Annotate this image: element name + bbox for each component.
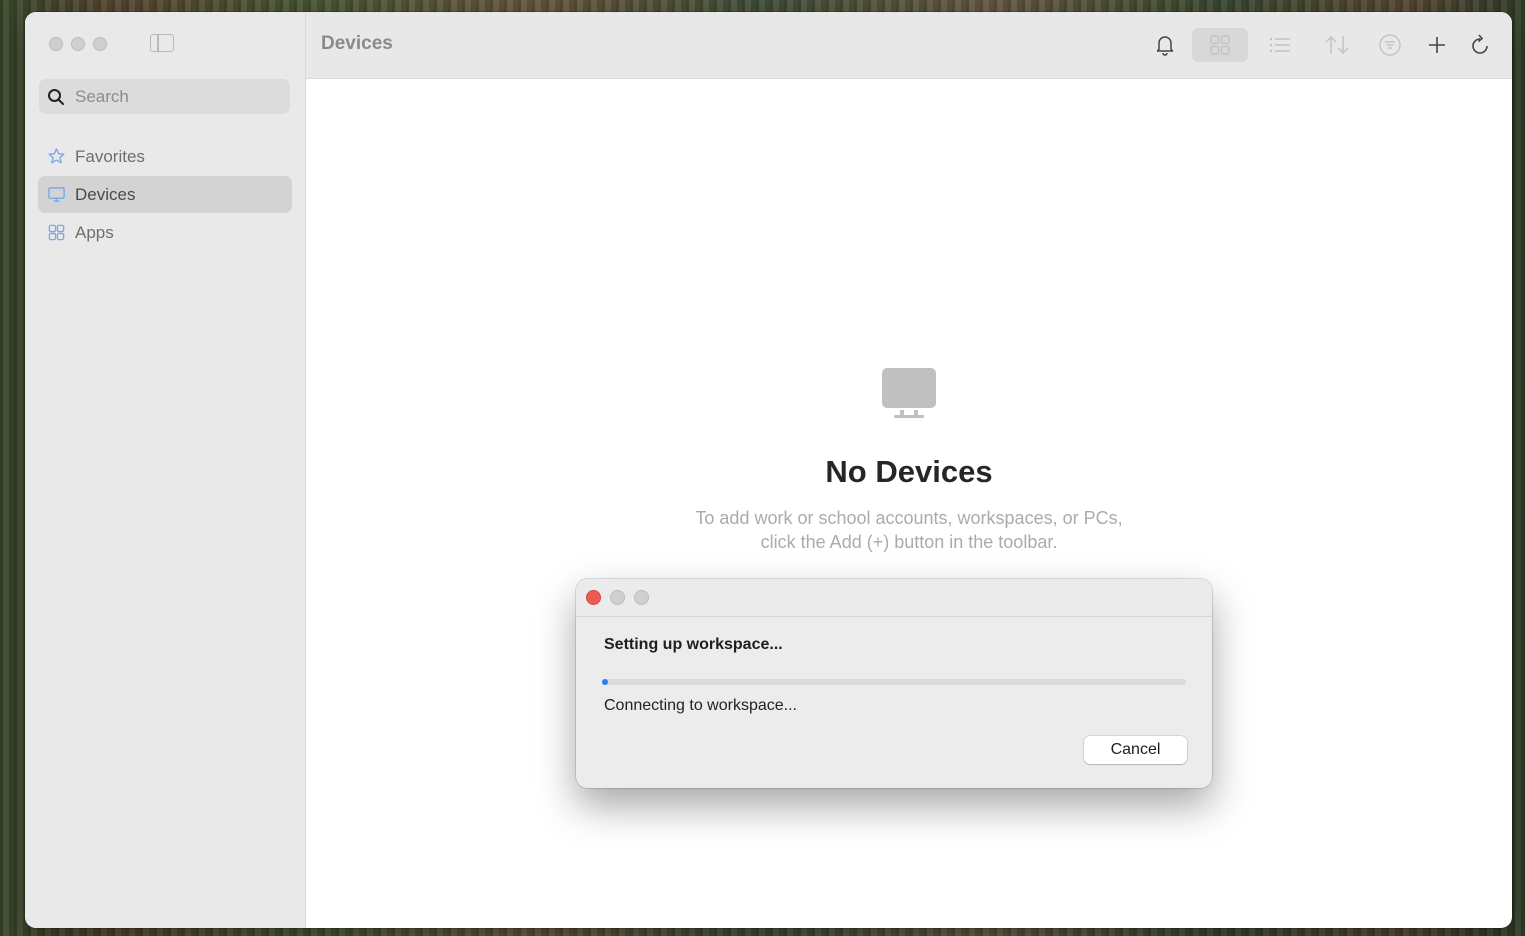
search-input[interactable]	[73, 85, 277, 108]
refresh-icon[interactable]	[1470, 28, 1492, 62]
window-controls	[49, 37, 107, 51]
dialog-minimize-button	[610, 590, 625, 605]
search-icon	[48, 88, 64, 105]
close-window-button[interactable]	[49, 37, 63, 51]
progress-bar	[602, 679, 1186, 685]
cancel-button[interactable]: Cancel	[1084, 736, 1187, 764]
sidebar-item-label: Apps	[75, 222, 114, 242]
monitor-icon	[46, 185, 66, 205]
grid-view-icon[interactable]	[1192, 28, 1248, 62]
sidebar-item-apps[interactable]: Apps	[38, 214, 292, 251]
main-content: Devices No Devices To add work or school…	[306, 12, 1512, 928]
app-window: Favorites Devices Apps Devices	[25, 12, 1512, 928]
empty-state-title: No Devices	[825, 454, 993, 489]
add-icon[interactable]	[1426, 28, 1448, 62]
toolbar: Devices	[306, 12, 1512, 79]
setup-dialog: Setting up workspace... Connecting to wo…	[576, 579, 1212, 788]
list-view-icon[interactable]	[1268, 28, 1292, 62]
dialog-status-text: Connecting to workspace...	[604, 697, 797, 714]
minimize-window-button[interactable]	[71, 37, 85, 51]
sort-icon[interactable]	[1323, 28, 1351, 62]
progress-bar-fill	[602, 679, 608, 685]
apps-grid-icon	[46, 223, 66, 243]
filter-icon[interactable]	[1378, 28, 1402, 62]
dialog-heading: Setting up workspace...	[604, 636, 783, 653]
sidebar-nav: Favorites Devices Apps	[38, 138, 292, 252]
empty-state: No Devices To add work or school account…	[306, 367, 1512, 554]
sidebar-item-label: Favorites	[75, 146, 145, 166]
page-title: Devices	[321, 33, 393, 54]
dialog-titlebar	[576, 579, 1212, 617]
empty-state-line-2: click the Add (+) button in the toolbar.	[760, 532, 1058, 552]
sidebar-toggle-icon[interactable]	[150, 34, 174, 52]
dialog-zoom-button	[634, 590, 649, 605]
sidebar-item-favorites[interactable]: Favorites	[38, 138, 292, 175]
empty-state-line-1: To add work or school accounts, workspac…	[695, 508, 1123, 528]
star-icon	[46, 147, 66, 167]
dialog-window-controls	[586, 590, 649, 605]
sidebar: Favorites Devices Apps	[25, 12, 306, 928]
bell-icon[interactable]	[1154, 28, 1176, 62]
empty-state-description: To add work or school accounts, workspac…	[306, 506, 1512, 554]
search-field[interactable]	[39, 79, 290, 114]
dialog-close-button[interactable]	[586, 590, 601, 605]
sidebar-item-devices[interactable]: Devices	[38, 176, 292, 213]
sidebar-item-label: Devices	[75, 184, 136, 204]
monitor-icon	[881, 367, 937, 424]
zoom-window-button[interactable]	[93, 37, 107, 51]
